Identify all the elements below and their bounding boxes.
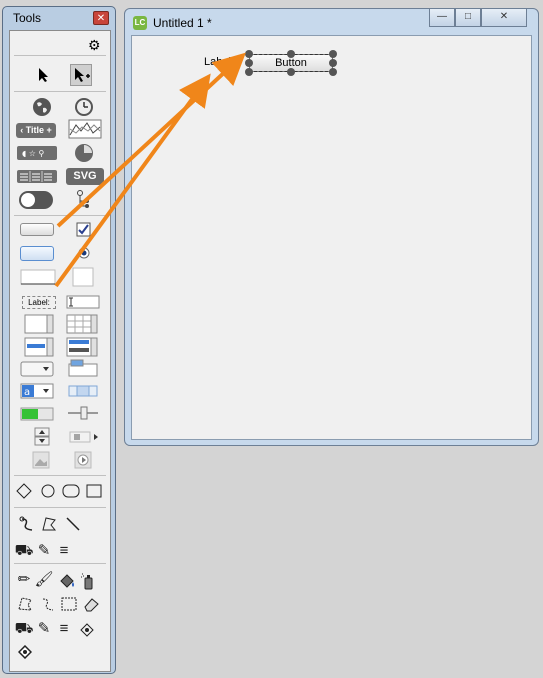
arrow-label-to-canvas bbox=[54, 73, 211, 288]
drag-arrows-overlay bbox=[54, 52, 246, 288]
arrow-button-to-canvas bbox=[56, 52, 246, 228]
